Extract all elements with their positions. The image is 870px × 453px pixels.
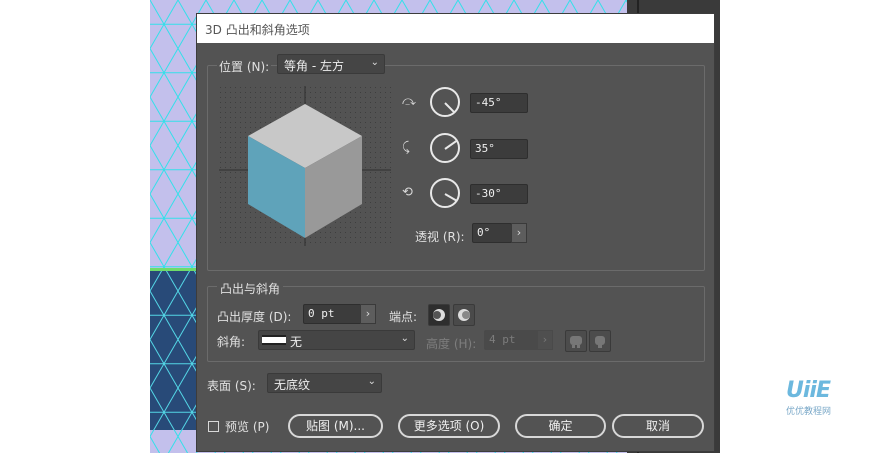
rotate-x-value: -45° [475,96,502,109]
preview-checkbox[interactable] [208,421,219,432]
rotate-z-dial[interactable] [430,178,460,208]
height-value: 4 pt [489,333,516,346]
dialog-title: 3D 凸出和斜角选项 [205,23,310,37]
cancel-button[interactable]: 取消 [612,414,704,438]
dialog-titlebar[interactable]: 3D 凸出和斜角选项 [197,14,714,43]
position-label: 位置 (N): [217,58,272,75]
cap-on-icon [433,309,445,321]
chevron-down-icon: ⌄ [367,376,376,387]
chevron-down-icon: ⌄ [370,57,379,68]
height-slider-toggle[interactable]: › [537,330,553,350]
rotate-z-axis-icon: ⟲ [402,185,413,200]
cap-on-button[interactable] [428,304,450,326]
perspective-input[interactable]: 0° [472,223,512,243]
rotate-y-dial[interactable] [430,133,460,163]
ok-button[interactable]: 确定 [515,414,606,438]
rotate-x-dial[interactable] [430,87,460,117]
bevel-select[interactable]: 无 ⌄ [258,330,415,350]
rotate-z-input[interactable]: -30° [470,184,528,204]
perspective-label: 透视 (R): [415,230,465,244]
rotate-y-value: 35° [475,142,495,155]
rotate-x-input[interactable]: -45° [470,93,528,113]
extrude-depth-input[interactable]: 0 pt [303,304,365,324]
rotate-x-axis-icon: ⤼ [402,94,416,109]
bevel-out-icon [570,336,582,348]
bevel-in-button[interactable] [589,330,611,352]
rotate-z-value: -30° [475,187,502,200]
preview-label: 预览 (P) [225,420,270,434]
extrude-bevel-section-label: 凸出与斜角 [217,280,284,297]
site-watermark: UiiE 优优教程网 [786,378,832,418]
perspective-value: 0° [477,226,491,239]
bevel-out-button[interactable] [565,330,587,352]
height-label: 高度 (H): [426,337,477,351]
bevel-in-icon [595,336,605,348]
cap-off-icon [458,309,470,321]
extrude-depth-slider-toggle[interactable]: › [360,304,376,324]
height-input[interactable]: 4 pt [484,330,544,350]
extrude-depth-value: 0 pt [308,307,335,320]
bevel-label: 斜角: [217,335,246,349]
3d-extrude-bevel-dialog: 3D 凸出和斜角选项 位置 (N): 等角 - 左方 ⌄ ⤼ -45° ⤹ 35… [197,14,714,451]
perspective-slider-toggle[interactable]: › [511,223,527,243]
bevel-swatch [262,335,286,345]
surface-label: 表面 (S): [207,379,256,393]
cap-off-button[interactable] [453,304,475,326]
rotate-y-dial-needle [444,140,458,150]
chevron-down-icon: ⌄ [400,333,409,344]
map-art-button[interactable]: 贴图 (M)... [288,414,383,438]
extrude-depth-label: 凸出厚度 (D): [217,310,292,324]
rotate-y-axis-icon: ⤹ [402,140,410,155]
position-select[interactable]: 等角 - 左方 ⌄ [277,54,385,74]
more-options-button[interactable]: 更多选项 (O) [398,414,500,438]
rotate-y-input[interactable]: 35° [470,139,528,159]
surface-value: 无底纹 [274,378,311,392]
position-value: 等角 - 左方 [284,59,344,73]
surface-select[interactable]: 无底纹 ⌄ [267,373,382,393]
rotation-preview[interactable] [219,86,391,246]
watermark-text: 优优教程网 [786,407,832,417]
rotate-x-dial-needle [444,102,456,114]
rotate-z-dial-needle [444,193,458,202]
watermark-logo: UiiE [786,378,831,403]
cube-preview-graphic [219,86,391,246]
cap-label: 端点: [389,310,418,324]
bevel-value: 无 [290,335,303,349]
